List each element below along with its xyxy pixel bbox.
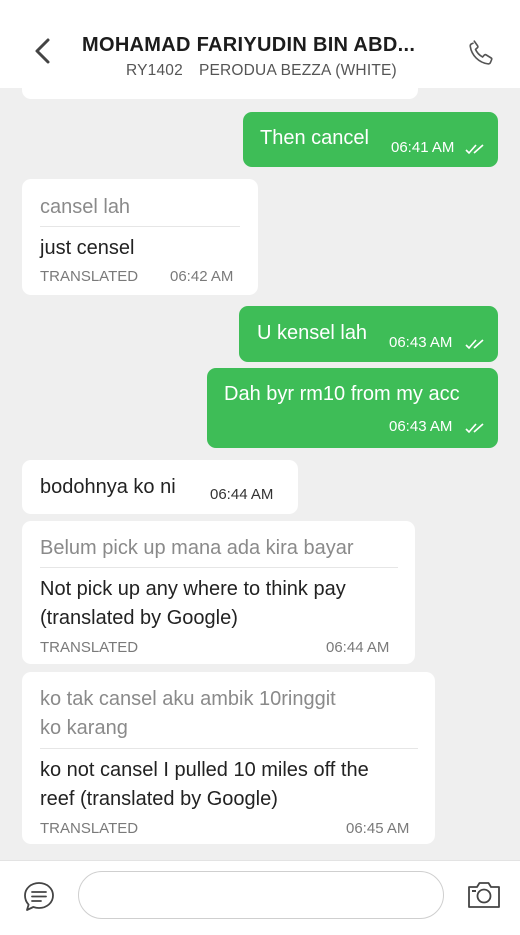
- translated-text-line-2: (translated by Google): [40, 607, 238, 629]
- message-outgoing[interactable]: U kensel lah 06:43 AM: [239, 306, 498, 362]
- chat-header: MOHAMAD FARIYUDIN BIN ABD... RY1402 PEROD…: [0, 0, 520, 88]
- message-incoming-translated[interactable]: ko tak cansel aku ambik 10ringgit ko kar…: [22, 672, 435, 844]
- message-time: 06:44 AM: [210, 486, 274, 503]
- quick-reply-button[interactable]: [21, 879, 57, 915]
- message-time: 06:42 AM: [170, 268, 234, 285]
- phone-icon: [469, 40, 493, 65]
- message-text: bodohnya ko ni: [40, 476, 176, 498]
- message-time: 06:41 AM: [391, 139, 455, 156]
- composer-bar: [0, 860, 520, 935]
- divider: [40, 567, 398, 568]
- message-input[interactable]: [78, 871, 444, 919]
- message-time: 06:43 AM: [389, 418, 453, 435]
- original-text: cansel lah: [40, 196, 131, 218]
- vehicle-model: PERODUA BEZZA (WHITE): [198, 62, 397, 79]
- double-check-icon: [465, 144, 484, 155]
- translated-label: TRANSLATED: [40, 820, 139, 837]
- message-incoming[interactable]: bodohnya ko ni 06:44 AM: [22, 460, 298, 514]
- double-check-icon: [465, 423, 484, 434]
- translated-label: TRANSLATED: [40, 268, 139, 285]
- message-outgoing[interactable]: Dah byr rm10 from my acc 06:43 AM: [207, 368, 498, 448]
- message-incoming-translated[interactable]: Belum pick up mana ada kira bayar Not pi…: [22, 521, 415, 664]
- divider: [40, 748, 418, 749]
- camera-button[interactable]: [466, 879, 502, 911]
- chat-bubble-icon: [24, 882, 54, 911]
- double-check-icon: [465, 339, 484, 350]
- message-time: 06:44 AM: [326, 639, 390, 656]
- call-button[interactable]: [464, 36, 498, 70]
- original-text: Belum pick up mana ada kira bayar: [40, 537, 354, 559]
- message-outgoing[interactable]: Then cancel 06:41 AM: [243, 112, 498, 167]
- original-text-line-2: ko karang: [40, 717, 128, 739]
- back-button[interactable]: [26, 34, 60, 68]
- camera-icon: [468, 882, 500, 908]
- message-list[interactable]: Then cancel 06:41 AM cansel lah just cen…: [0, 88, 520, 860]
- message-time: 06:43 AM: [389, 334, 453, 351]
- divider: [40, 226, 240, 227]
- message-text: Dah byr rm10 from my acc: [224, 383, 460, 405]
- translated-text-line-1: ko not cansel I pulled 10 miles off the: [40, 759, 369, 781]
- translated-text: just censel: [40, 237, 135, 259]
- chevron-left-icon: [35, 38, 50, 64]
- original-text-line-1: ko tak cansel aku ambik 10ringgit: [40, 688, 336, 710]
- translated-label: TRANSLATED: [40, 639, 139, 656]
- message-partial: [22, 88, 418, 99]
- message-incoming-translated[interactable]: cansel lah just censel TRANSLATED 06:42 …: [22, 179, 258, 295]
- message-time: 06:45 AM: [346, 820, 410, 837]
- translated-text-line-2: reef (translated by Google): [40, 788, 278, 810]
- vehicle-info: RY1402 PERODUA BEZZA (WHITE): [126, 62, 397, 80]
- plate-number: RY1402: [126, 62, 183, 79]
- translated-text-line-1: Not pick up any where to think pay: [40, 578, 346, 600]
- message-text: Then cancel: [260, 127, 369, 149]
- message-text: U kensel lah: [257, 322, 368, 344]
- driver-name: MOHAMAD FARIYUDIN BIN ABD...: [82, 34, 416, 56]
